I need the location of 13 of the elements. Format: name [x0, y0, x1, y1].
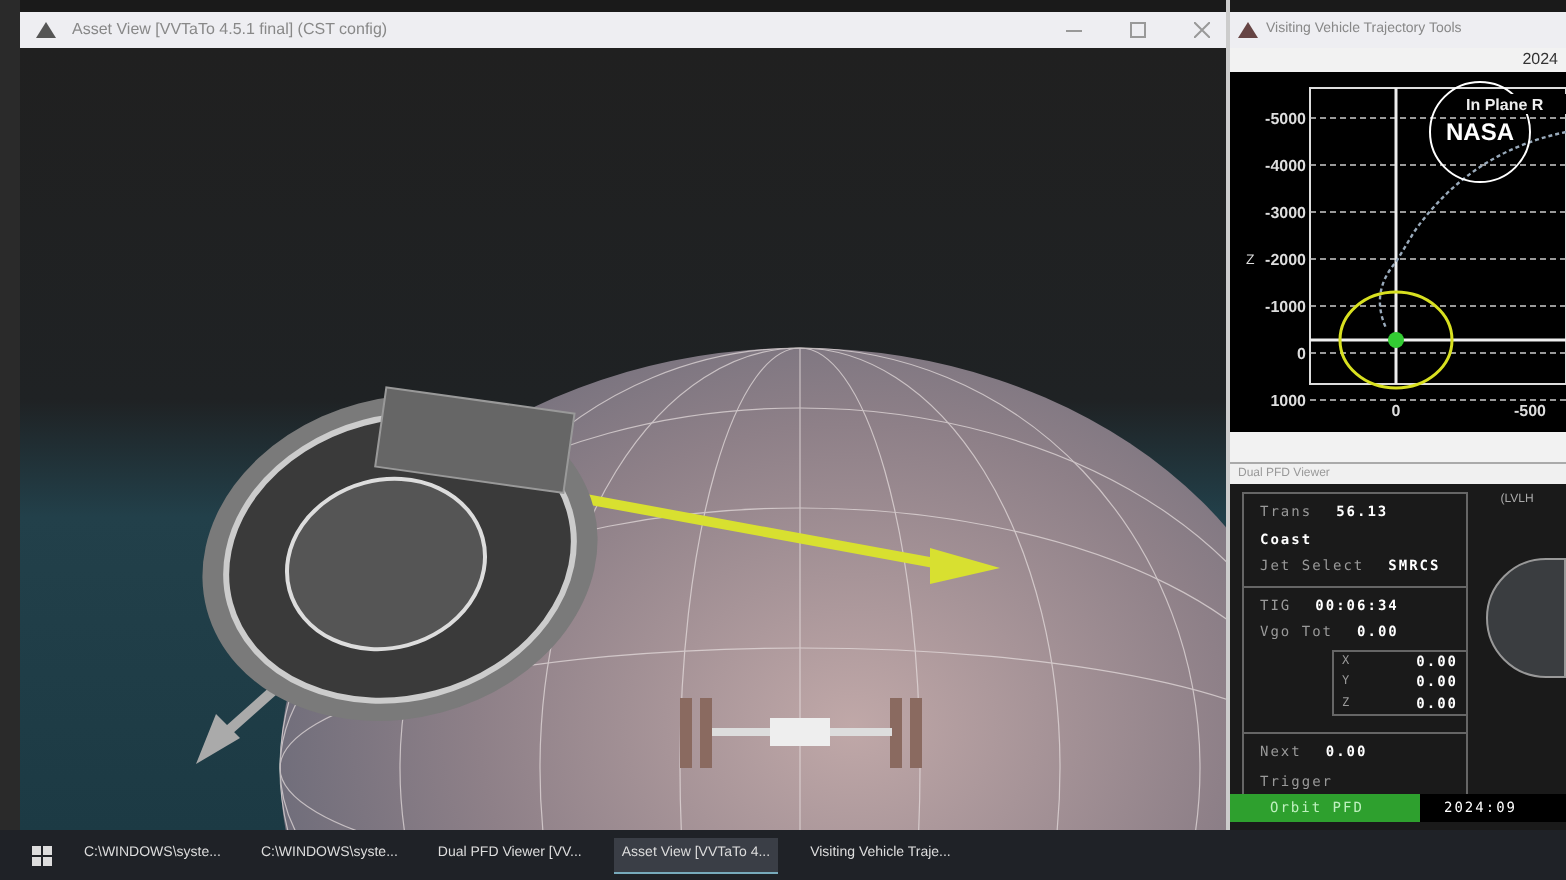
y-tick-label: -2000: [1265, 251, 1306, 269]
y-tick-label: -3000: [1265, 204, 1306, 222]
y-tick-label: -1000: [1265, 298, 1306, 316]
y-tick-label: 0: [1297, 345, 1306, 363]
window-title: Asset View [VVTaTo 4.5.1 final] (CST config): [72, 18, 390, 42]
plot-title: In Plane R: [1466, 96, 1544, 114]
y-tick-label: -5000: [1265, 110, 1306, 128]
y-tick-label: 1000: [1270, 392, 1306, 410]
x-tick-label: 0: [1391, 402, 1401, 420]
y-tick-label: -4000: [1265, 157, 1306, 175]
year-label: 2024: [1522, 48, 1558, 72]
logo-text: NASA: [1446, 118, 1514, 146]
x-tick-label: -500: [1514, 402, 1546, 420]
